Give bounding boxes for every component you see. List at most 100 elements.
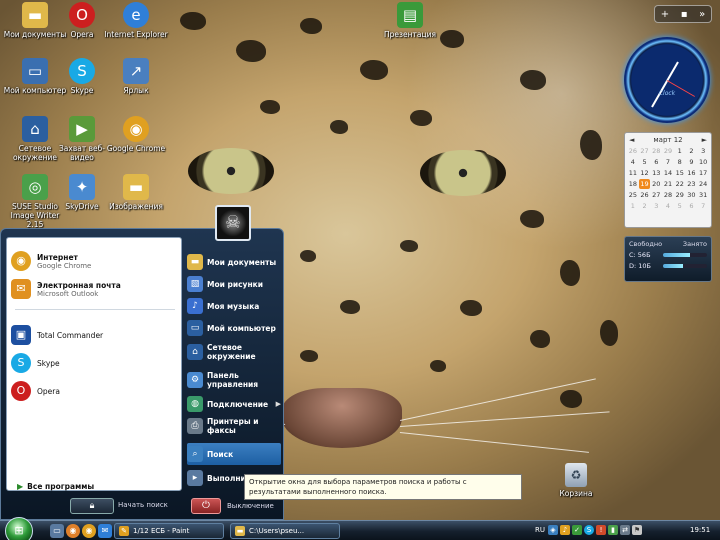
- volume-tray-icon[interactable]: ♪: [560, 525, 570, 535]
- firefox-quicklaunch-icon[interactable]: ◉: [66, 524, 80, 538]
- calendar-day[interactable]: 22: [674, 179, 686, 189]
- right-item-network[interactable]: ⌂ Сетевое окружение: [187, 341, 281, 363]
- start-search-area[interactable]: 🔒︎ Начать поиск: [6, 497, 182, 515]
- drive-space-gadget[interactable]: Свободно Занято C: 56Б D: 10Б: [624, 236, 712, 282]
- add-gadget-icon[interactable]: +: [661, 9, 669, 20]
- calendar-day[interactable]: 4: [662, 201, 674, 211]
- recent-total-commander[interactable]: ▣ Total Commander: [11, 322, 179, 348]
- taskbar-item-paint[interactable]: ✎ 1/12 ЕСБ - Paint: [114, 523, 224, 539]
- calendar-gadget[interactable]: ◄ март 12 ► 26 27 28 29 1 2 3 4 5 6 7 8 9 10 11 12 13 14 1…: [624, 132, 712, 228]
- desktop-icon-internet-explorer[interactable]: e Internet Explorer: [104, 2, 168, 39]
- language-indicator[interactable]: RU: [535, 526, 545, 534]
- calendar-day[interactable]: 6: [686, 201, 698, 211]
- calendar-day[interactable]: 26: [639, 190, 651, 200]
- calendar-day[interactable]: 12: [639, 168, 651, 178]
- right-item-search[interactable]: ⌕ Поиск: [187, 443, 281, 465]
- calendar-day[interactable]: 27: [650, 190, 662, 200]
- calendar-prev-icon[interactable]: ◄: [629, 136, 634, 144]
- recent-skype[interactable]: S Skype: [11, 350, 179, 376]
- calendar-day[interactable]: 26: [627, 146, 639, 156]
- right-item-connect[interactable]: ◍ Подключение ▶: [187, 393, 281, 415]
- taskbar-clock[interactable]: 19:51: [690, 526, 710, 534]
- pinned-internet[interactable]: ◉ Интернет Google Chrome: [11, 248, 179, 274]
- calendar-day[interactable]: 1: [674, 146, 686, 156]
- next-gadget-icon[interactable]: »: [699, 9, 705, 20]
- usb-tray-icon[interactable]: ⇄: [620, 525, 630, 535]
- calendar-day[interactable]: 17: [697, 168, 709, 178]
- calendar-next-icon[interactable]: ►: [702, 136, 707, 144]
- security-tray-icon[interactable]: ✓: [572, 525, 582, 535]
- calendar-day[interactable]: 16: [686, 168, 698, 178]
- calendar-day[interactable]: 8: [674, 157, 686, 167]
- calendar-day[interactable]: 2: [639, 201, 651, 211]
- calendar-day[interactable]: 4: [627, 157, 639, 167]
- start-button[interactable]: ⊞: [5, 517, 33, 540]
- calendar-day[interactable]: 7: [662, 157, 674, 167]
- calendar-day[interactable]: 2: [686, 146, 698, 156]
- connect-icon: ◍: [187, 396, 203, 412]
- right-item-my-computer[interactable]: ▭ Мой компьютер: [187, 317, 281, 339]
- calendar-day[interactable]: 7: [697, 201, 709, 211]
- calendar-day[interactable]: 28: [662, 190, 674, 200]
- calendar-day[interactable]: 1: [627, 201, 639, 211]
- ie-icon: e: [123, 2, 149, 28]
- calendar-day[interactable]: 5: [639, 157, 651, 167]
- battery-tray-icon[interactable]: ▮: [608, 525, 618, 535]
- calendar-day[interactable]: 13: [650, 168, 662, 178]
- recent-opera[interactable]: O Opera: [11, 378, 179, 404]
- desktop-icon-presentation[interactable]: ▤ Презентация: [378, 2, 442, 39]
- right-item-my-pictures[interactable]: ▧ Мои рисунки: [187, 273, 281, 295]
- flag-tray-icon[interactable]: ⚑: [632, 525, 642, 535]
- outlook-quicklaunch-icon[interactable]: ✉: [98, 524, 112, 538]
- mail-icon: ✉: [11, 279, 31, 299]
- calendar-day[interactable]: 14: [662, 168, 674, 178]
- calendar-day[interactable]: 25: [627, 190, 639, 200]
- calendar-day[interactable]: 28: [650, 146, 662, 156]
- power-button[interactable]: ⏻: [191, 498, 221, 514]
- calendar-day[interactable]: 5: [674, 201, 686, 211]
- right-item-control-panel[interactable]: ⚙ Панель управления: [187, 369, 281, 391]
- taskbar-item-folder[interactable]: ▬ C:\Users\pseu...: [230, 523, 340, 539]
- calendar-day[interactable]: 23: [686, 179, 698, 189]
- calendar-day[interactable]: 29: [662, 146, 674, 156]
- paint-icon: ✎: [119, 526, 129, 536]
- calendar-day[interactable]: 31: [697, 190, 709, 200]
- calendar-day[interactable]: 3: [650, 201, 662, 211]
- lock-button[interactable]: 🔒︎: [70, 498, 114, 514]
- skype-tray-icon[interactable]: S: [584, 525, 594, 535]
- calendar-day[interactable]: 20: [650, 179, 662, 189]
- pinned-email[interactable]: ✉ Электронная почта Microsoft Outlook: [11, 276, 179, 302]
- desktop-icon-shortcut[interactable]: ↗ Ярлык: [104, 58, 168, 95]
- user-picture[interactable]: ☠: [215, 205, 251, 241]
- calendar-day[interactable]: 11: [627, 168, 639, 178]
- calendar-day[interactable]: 29: [674, 190, 686, 200]
- windows-logo-icon: ⊞: [14, 524, 24, 537]
- network-tray-icon[interactable]: ◈: [548, 525, 558, 535]
- calendar-day[interactable]: 3: [697, 146, 709, 156]
- desktop-icon-pictures[interactable]: ▬ Изображения: [104, 174, 168, 211]
- pictures-icon: ▧: [187, 276, 203, 292]
- gadget-controls[interactable]: + ▪ »: [654, 5, 712, 23]
- all-programs-button[interactable]: ▶ Все программы: [17, 478, 177, 494]
- chrome-quicklaunch-icon[interactable]: ◉: [82, 524, 96, 538]
- right-item-my-music[interactable]: ♪ Моя музыка: [187, 295, 281, 317]
- desktop-icon-recycle-bin[interactable]: ♻ Корзина: [548, 463, 604, 498]
- calendar-day[interactable]: 21: [662, 179, 674, 189]
- right-item-printers[interactable]: ⎙ Принтеры и факсы: [187, 415, 281, 437]
- calendar-day[interactable]: 19: [638, 179, 651, 189]
- clock-gadget[interactable]: Clock: [624, 37, 710, 123]
- calendar-day[interactable]: 18: [627, 179, 639, 189]
- right-item-my-documents[interactable]: ▬ Мои документы: [187, 251, 281, 273]
- submenu-arrow-icon: ▶: [275, 400, 281, 408]
- desktop-icon-chrome[interactable]: ◉ Google Chrome: [104, 116, 168, 153]
- update-tray-icon[interactable]: !: [596, 525, 606, 535]
- calendar-day[interactable]: 27: [639, 146, 651, 156]
- show-desktop-icon[interactable]: ▭: [50, 524, 64, 538]
- calendar-day[interactable]: 6: [650, 157, 662, 167]
- calendar-day[interactable]: 30: [686, 190, 698, 200]
- gadget-menu-icon[interactable]: ▪: [681, 9, 688, 20]
- calendar-day[interactable]: 15: [674, 168, 686, 178]
- calendar-day[interactable]: 24: [697, 179, 709, 189]
- calendar-day[interactable]: 10: [697, 157, 709, 167]
- calendar-day[interactable]: 9: [686, 157, 698, 167]
